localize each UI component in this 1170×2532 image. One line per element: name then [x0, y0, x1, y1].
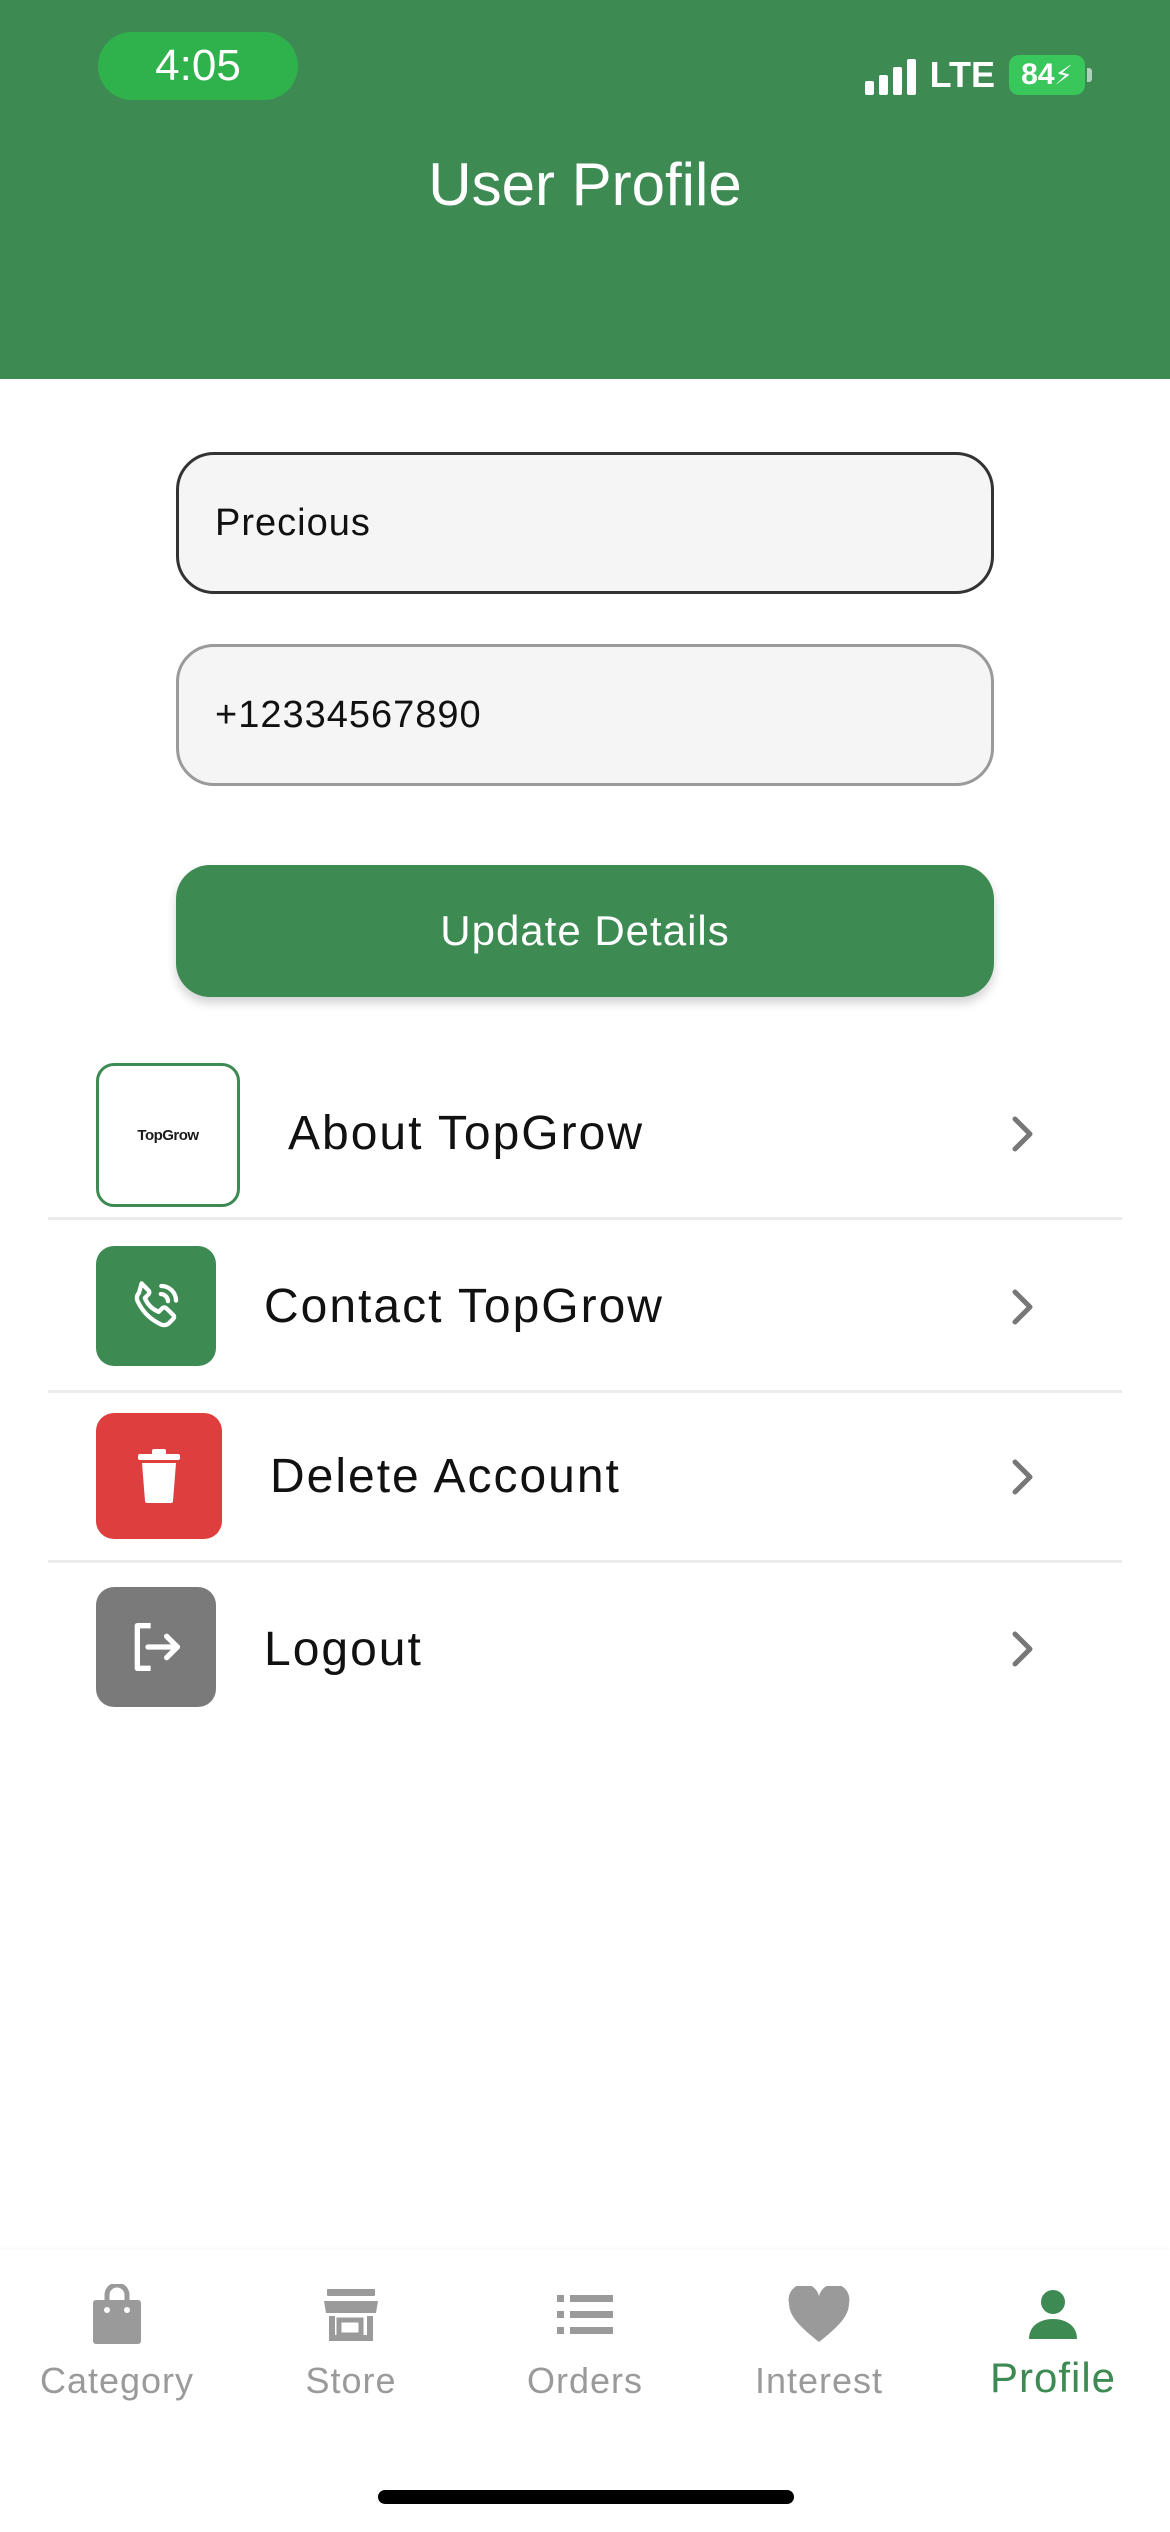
update-details-button[interactable]: Update Details: [176, 865, 994, 997]
status-indicators: LTE 84 ⚡: [864, 54, 1092, 96]
nav-label-category: Category: [39, 2360, 195, 2401]
phone-icon: [96, 1246, 216, 1366]
page-title: User Profile: [428, 151, 742, 218]
trash-icon: [96, 1413, 222, 1539]
person-icon: [1027, 2280, 1079, 2350]
nav-label-store: Store: [305, 2360, 397, 2401]
menu-item-contact[interactable]: Contact TopGrow: [48, 1223, 1122, 1393]
shopping-bag-icon: [89, 2280, 145, 2350]
chevron-right-icon: [1004, 1458, 1042, 1496]
home-indicator: [378, 2490, 794, 2504]
nav-tab-profile[interactable]: Profile: [936, 2280, 1170, 2402]
menu-label-about: About TopGrow: [288, 1107, 644, 1160]
nav-tab-category[interactable]: Category: [0, 2280, 234, 2402]
heart-icon: [787, 2280, 851, 2350]
nav-label-interest: Interest: [754, 2360, 884, 2401]
nav-tab-store[interactable]: Store: [234, 2280, 468, 2402]
battery-icon: 84 ⚡: [1009, 55, 1092, 95]
signal-icon: [864, 55, 916, 95]
chevron-right-icon: [1004, 1288, 1042, 1326]
chevron-right-icon: [1004, 1115, 1042, 1153]
nav-label-orders: Orders: [526, 2360, 644, 2401]
name-field[interactable]: [176, 452, 994, 594]
menu-label-contact: Contact TopGrow: [264, 1280, 664, 1333]
logout-icon: [96, 1587, 216, 1707]
status-time: 4:05: [98, 32, 298, 100]
header-bar: 4:05 LTE 84 ⚡ User Profile: [0, 0, 1170, 379]
chevron-right-icon: [1004, 1630, 1042, 1668]
menu-item-logout[interactable]: Logout: [48, 1564, 1122, 1734]
nav-tab-interest[interactable]: Interest: [702, 2280, 936, 2402]
battery-level: 84: [1021, 58, 1055, 91]
topgrow-logo-icon: TopGrow: [96, 1063, 240, 1207]
store-icon: [321, 2280, 381, 2350]
phone-field[interactable]: [176, 644, 994, 786]
menu-item-about[interactable]: TopGrow About TopGrow: [48, 1050, 1122, 1220]
nav-label-profile: Profile: [989, 2354, 1117, 2401]
nav-tab-orders[interactable]: Orders: [468, 2280, 702, 2402]
network-label: LTE: [929, 54, 995, 95]
logo-text: TopGrow: [137, 1126, 199, 1144]
menu-item-delete-account[interactable]: Delete Account: [48, 1393, 1122, 1563]
list-icon: [555, 2280, 615, 2350]
menu-label-logout: Logout: [264, 1622, 423, 1676]
menu-label-delete-account: Delete Account: [270, 1450, 621, 1503]
